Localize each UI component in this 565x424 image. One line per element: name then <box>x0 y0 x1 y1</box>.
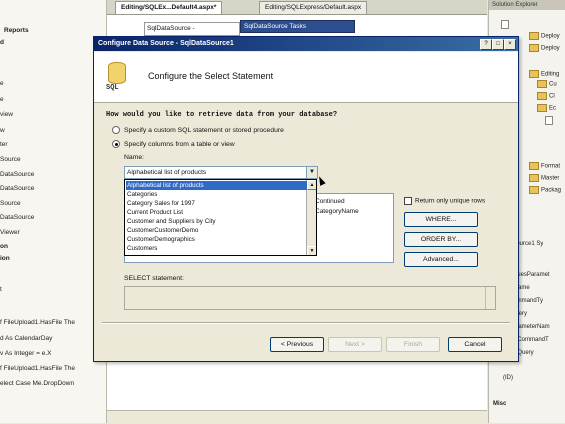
help-icon[interactable]: ? <box>480 39 492 50</box>
toolbox-item[interactable]: ter <box>0 140 104 150</box>
toolbox-item[interactable]: e <box>0 79 104 89</box>
radio-unselected-icon[interactable] <box>112 126 120 134</box>
toolbox-item[interactable]: e <box>0 95 104 105</box>
toolbox-panel: Reports d e e view w ter Source DataSource DataSo… <box>0 0 107 423</box>
toolbox-item[interactable]: v As Integer = e.X <box>0 349 104 359</box>
divider <box>102 322 510 324</box>
solution-item[interactable] <box>501 20 511 29</box>
folder-icon <box>529 174 539 182</box>
toolbox-item[interactable]: Reports <box>0 26 108 36</box>
table-name-dropdown[interactable]: Alphabetical list of products ▼ <box>124 166 318 179</box>
order-by-button[interactable]: ORDER BY... <box>404 232 478 247</box>
folder-icon <box>529 186 539 194</box>
column-item[interactable]: Continued <box>315 198 345 205</box>
chevron-down-icon[interactable]: ▼ <box>306 167 317 178</box>
cancel-button[interactable]: Cancel <box>448 337 502 352</box>
smart-tag-title[interactable]: SqlDataSource Tasks <box>240 20 355 33</box>
folder-icon <box>529 44 539 52</box>
dropdown-option[interactable]: Category Sales for 1997 <box>126 199 307 208</box>
toolbox-item[interactable]: w <box>0 126 104 136</box>
toolbox-item[interactable]: d <box>0 38 104 48</box>
folder-icon <box>537 104 547 112</box>
dropdown-option[interactable]: Customer and Suppliers by City <box>126 217 307 226</box>
solution-item[interactable]: Misc <box>493 400 506 409</box>
custom-sql-option[interactable]: Specify a custom SQL statement or stored… <box>112 126 284 134</box>
toolbox-item[interactable]: t <box>0 285 104 295</box>
toolbox-item[interactable]: view <box>0 110 104 120</box>
wizard-header: SQL Configure the Select Statement <box>94 52 518 103</box>
solution-item[interactable]: (ID) <box>503 374 513 383</box>
toolbox-item[interactable]: ion <box>0 254 104 264</box>
unique-rows-checkbox[interactable]: Return only unique rows <box>404 197 485 205</box>
close-icon[interactable]: × <box>504 39 516 50</box>
solution-item[interactable]: Master <box>529 174 559 183</box>
table-view-option[interactable]: Specify columns from a table or view <box>112 140 235 148</box>
solution-item[interactable]: Format <box>529 162 560 171</box>
checkbox-icon[interactable] <box>404 197 412 205</box>
name-label: Name: <box>124 154 145 161</box>
dropdown-option[interactable]: CustomerDemographics <box>126 235 307 244</box>
solution-item[interactable]: Editing <box>529 70 559 79</box>
solution-item[interactable]: Ec <box>537 104 556 113</box>
solution-explorer-header: Solution Explorer <box>489 0 565 10</box>
database-icon: SQL <box>106 62 128 92</box>
page-title: Configure the Select Statement <box>148 71 274 81</box>
table-dropdown-list[interactable]: ▲ ▼ Alphabetical list of products Categor… <box>124 179 317 256</box>
toolbox-item[interactable]: Viewer <box>0 228 104 238</box>
folder-icon <box>529 70 539 78</box>
toolbox-item[interactable]: f FileUpload1.HasFile The <box>0 318 104 328</box>
toolbox-item[interactable]: DataSource <box>0 213 104 223</box>
next-button[interactable]: Next > <box>328 337 382 352</box>
file-icon <box>545 116 553 125</box>
folder-icon <box>529 32 539 40</box>
toolbox-item[interactable]: f FileUpload1.HasFile The <box>0 364 104 374</box>
select-statement-box[interactable] <box>124 286 496 310</box>
retrieve-question: How would you like to retrieve data from… <box>106 111 338 119</box>
radio-selected-icon[interactable] <box>112 140 120 148</box>
solution-item[interactable]: Deploy <box>529 32 560 41</box>
dialog-titlebar[interactable]: Configure Data Source - SqlDataSource1 ?… <box>94 37 518 51</box>
toolbox-item[interactable]: DataSource <box>0 184 104 194</box>
folder-icon <box>529 162 539 170</box>
folder-icon <box>537 80 547 88</box>
sqldatasource-control[interactable]: SqlDataSource - SqlDataSource1 <box>144 22 240 44</box>
smart-tag: SqlDataSource - SqlDataSource1 SqlDataSo… <box>144 16 356 44</box>
dropdown-option[interactable]: Alphabetical list of products <box>126 181 307 190</box>
document-tabs: Editing/SQLEx...Default4.aspx* Editing/SQ… <box>107 0 487 15</box>
column-item[interactable]: CategoryName <box>315 208 359 215</box>
dropdown-option[interactable]: Categories <box>126 190 307 199</box>
dropdown-option[interactable]: Current Product List <box>126 208 307 217</box>
folder-icon <box>537 92 547 100</box>
toolbox-item[interactable]: Source <box>0 199 104 209</box>
solution-item[interactable]: Packag <box>529 186 561 195</box>
toolbox-item[interactable]: d As CalendarDay <box>0 334 104 344</box>
configure-data-source-dialog: Configure Data Source - SqlDataSource1 ?… <box>93 36 519 362</box>
dropdown-option[interactable]: CustomerCustomerDemo <box>126 226 307 235</box>
editor-status-bar <box>107 410 487 424</box>
dropdown-option[interactable]: Customers <box>126 244 307 253</box>
toolbox-item[interactable]: Source <box>0 155 104 165</box>
file-icon <box>501 20 509 29</box>
select-scrollbar[interactable] <box>485 287 495 309</box>
toolbox-item[interactable]: DataSource <box>0 170 104 180</box>
where-button[interactable]: WHERE... <box>404 212 478 227</box>
finish-button[interactable]: Finish <box>386 337 440 352</box>
solution-item[interactable] <box>545 116 555 125</box>
toolbox-item[interactable]: elect Case Me.DropDown <box>0 379 104 389</box>
maximize-icon[interactable]: □ <box>492 39 504 50</box>
solution-item[interactable]: Cl <box>537 92 555 101</box>
toolbox-item[interactable]: on <box>0 242 104 252</box>
select-statement-label: SELECT statement: <box>124 275 184 282</box>
scroll-down-icon[interactable]: ▼ <box>307 246 316 255</box>
dialog-title: Configure Data Source - SqlDataSource1 <box>98 40 234 47</box>
solution-item[interactable]: Deploy <box>529 44 560 53</box>
document-tab[interactable]: Editing/SQLEx...Default4.aspx* <box>115 1 223 14</box>
document-tab[interactable]: Editing/SQLExpress/Default.aspx <box>259 1 368 14</box>
scroll-up-icon[interactable]: ▲ <box>307 180 316 190</box>
advanced-button[interactable]: Advanced... <box>404 252 478 267</box>
dropdown-scrollbar[interactable]: ▲ ▼ <box>306 180 316 255</box>
previous-button[interactable]: < Previous <box>270 337 324 352</box>
solution-item[interactable]: Cu <box>537 80 557 89</box>
